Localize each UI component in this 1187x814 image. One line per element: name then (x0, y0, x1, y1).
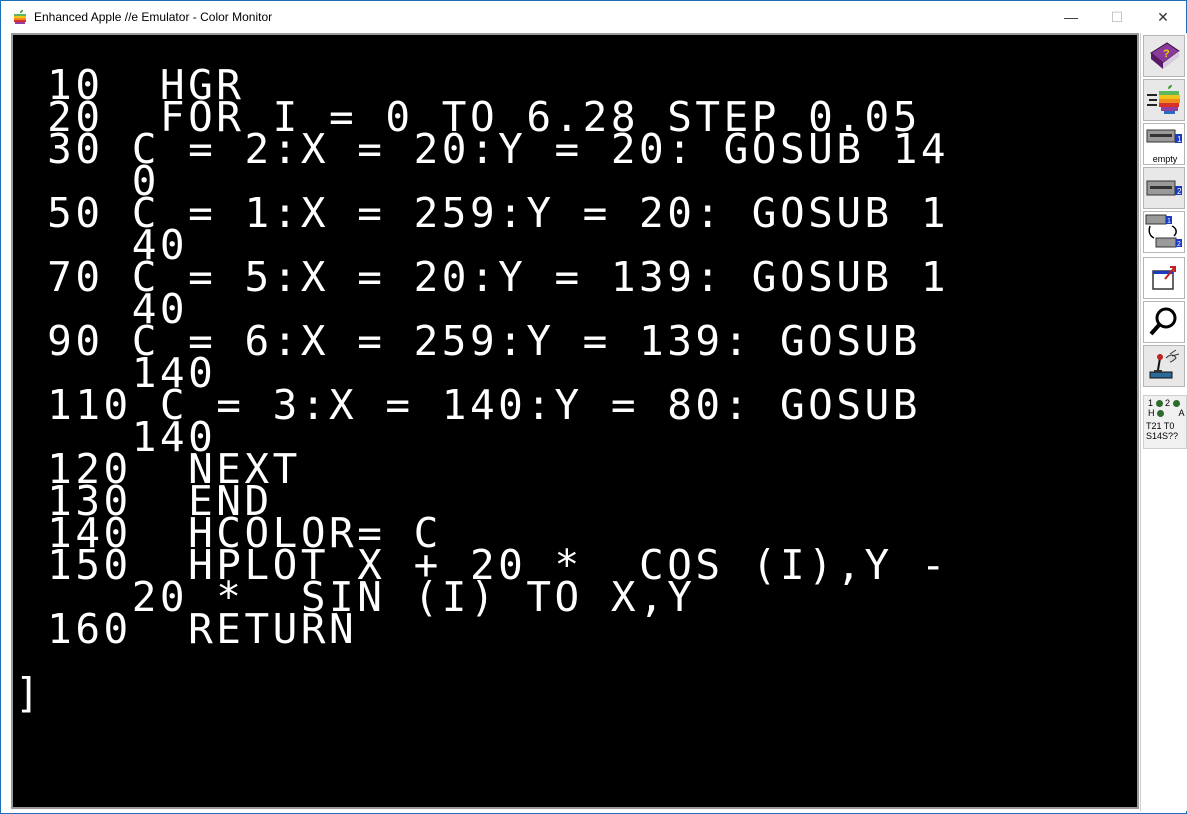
drive1-button[interactable]: 1 empty (1143, 123, 1185, 165)
apple-screen[interactable]: 10 HGR 20 FOR I = 0 TO 6.28 STEP 0.05 30… (13, 35, 1137, 807)
basic-prompt: ] (15, 669, 44, 717)
disk-drive-2-icon: 2 (1146, 180, 1182, 196)
drive-status-panel: 1 2 H A T21 T0 S14S?? (1143, 395, 1187, 449)
minimize-button[interactable]: — (1048, 1, 1094, 33)
swap-drives-button[interactable]: 1 2 (1143, 211, 1185, 253)
status-drive1-label: 1 (1148, 398, 1154, 408)
window-controls: — ☐ ✕ (1048, 1, 1186, 33)
status-sector-line: S14S?? (1146, 431, 1179, 441)
title-bar[interactable]: Enhanced Apple //e Emulator - Color Moni… (1, 1, 1186, 33)
drive1-status-label: empty (1150, 154, 1180, 164)
drive1-led-icon (1155, 400, 1163, 408)
settings-button[interactable] (1143, 345, 1185, 387)
drive2-led-icon (1172, 400, 1180, 408)
apple-logo-icon (14, 10, 26, 24)
hdd-led-icon (1157, 410, 1165, 418)
emulator-toolbar: ? 1 empty 2 1 2 1 2 H A T21 T0 S14S?? (1140, 33, 1187, 811)
basic-line: 160 RETURN (19, 605, 358, 653)
svg-text:1: 1 (1167, 218, 1171, 225)
debugger-button[interactable] (1143, 301, 1185, 343)
run-button[interactable] (1143, 79, 1185, 121)
monitor-frame: 10 HGR 20 FOR I = 0 TO 6.28 STEP 0.05 30… (11, 33, 1139, 809)
apple-run-icon (1147, 85, 1180, 114)
status-a-label: A (1178, 408, 1185, 418)
emulator-window: Enhanced Apple //e Emulator - Color Moni… (0, 0, 1187, 814)
svg-text:1: 1 (1177, 135, 1182, 144)
svg-text:?: ? (1163, 48, 1170, 60)
svg-text:2: 2 (1177, 187, 1182, 196)
help-button[interactable]: ? (1143, 35, 1185, 77)
help-book-icon: ? (1150, 42, 1180, 69)
status-drive2-label: 2 (1165, 398, 1171, 408)
svg-text:2: 2 (1177, 241, 1181, 248)
window-title: Enhanced Apple //e Emulator - Color Moni… (34, 10, 273, 24)
swap-drives-icon: 1 2 (1145, 214, 1182, 248)
fullscreen-icon (1152, 266, 1176, 290)
status-row-1: 1 2 (1148, 398, 1186, 408)
status-row-2: H A (1148, 408, 1186, 418)
maximize-button[interactable]: ☐ (1094, 1, 1140, 33)
status-h-label: H (1148, 408, 1155, 418)
close-button[interactable]: ✕ (1140, 1, 1186, 33)
drive2-button[interactable]: 2 (1143, 167, 1185, 209)
joystick-settings-icon (1149, 349, 1180, 379)
status-track-line: T21 T0 (1146, 421, 1175, 431)
fullscreen-button[interactable] (1143, 257, 1185, 299)
magnifier-icon (1149, 307, 1177, 336)
